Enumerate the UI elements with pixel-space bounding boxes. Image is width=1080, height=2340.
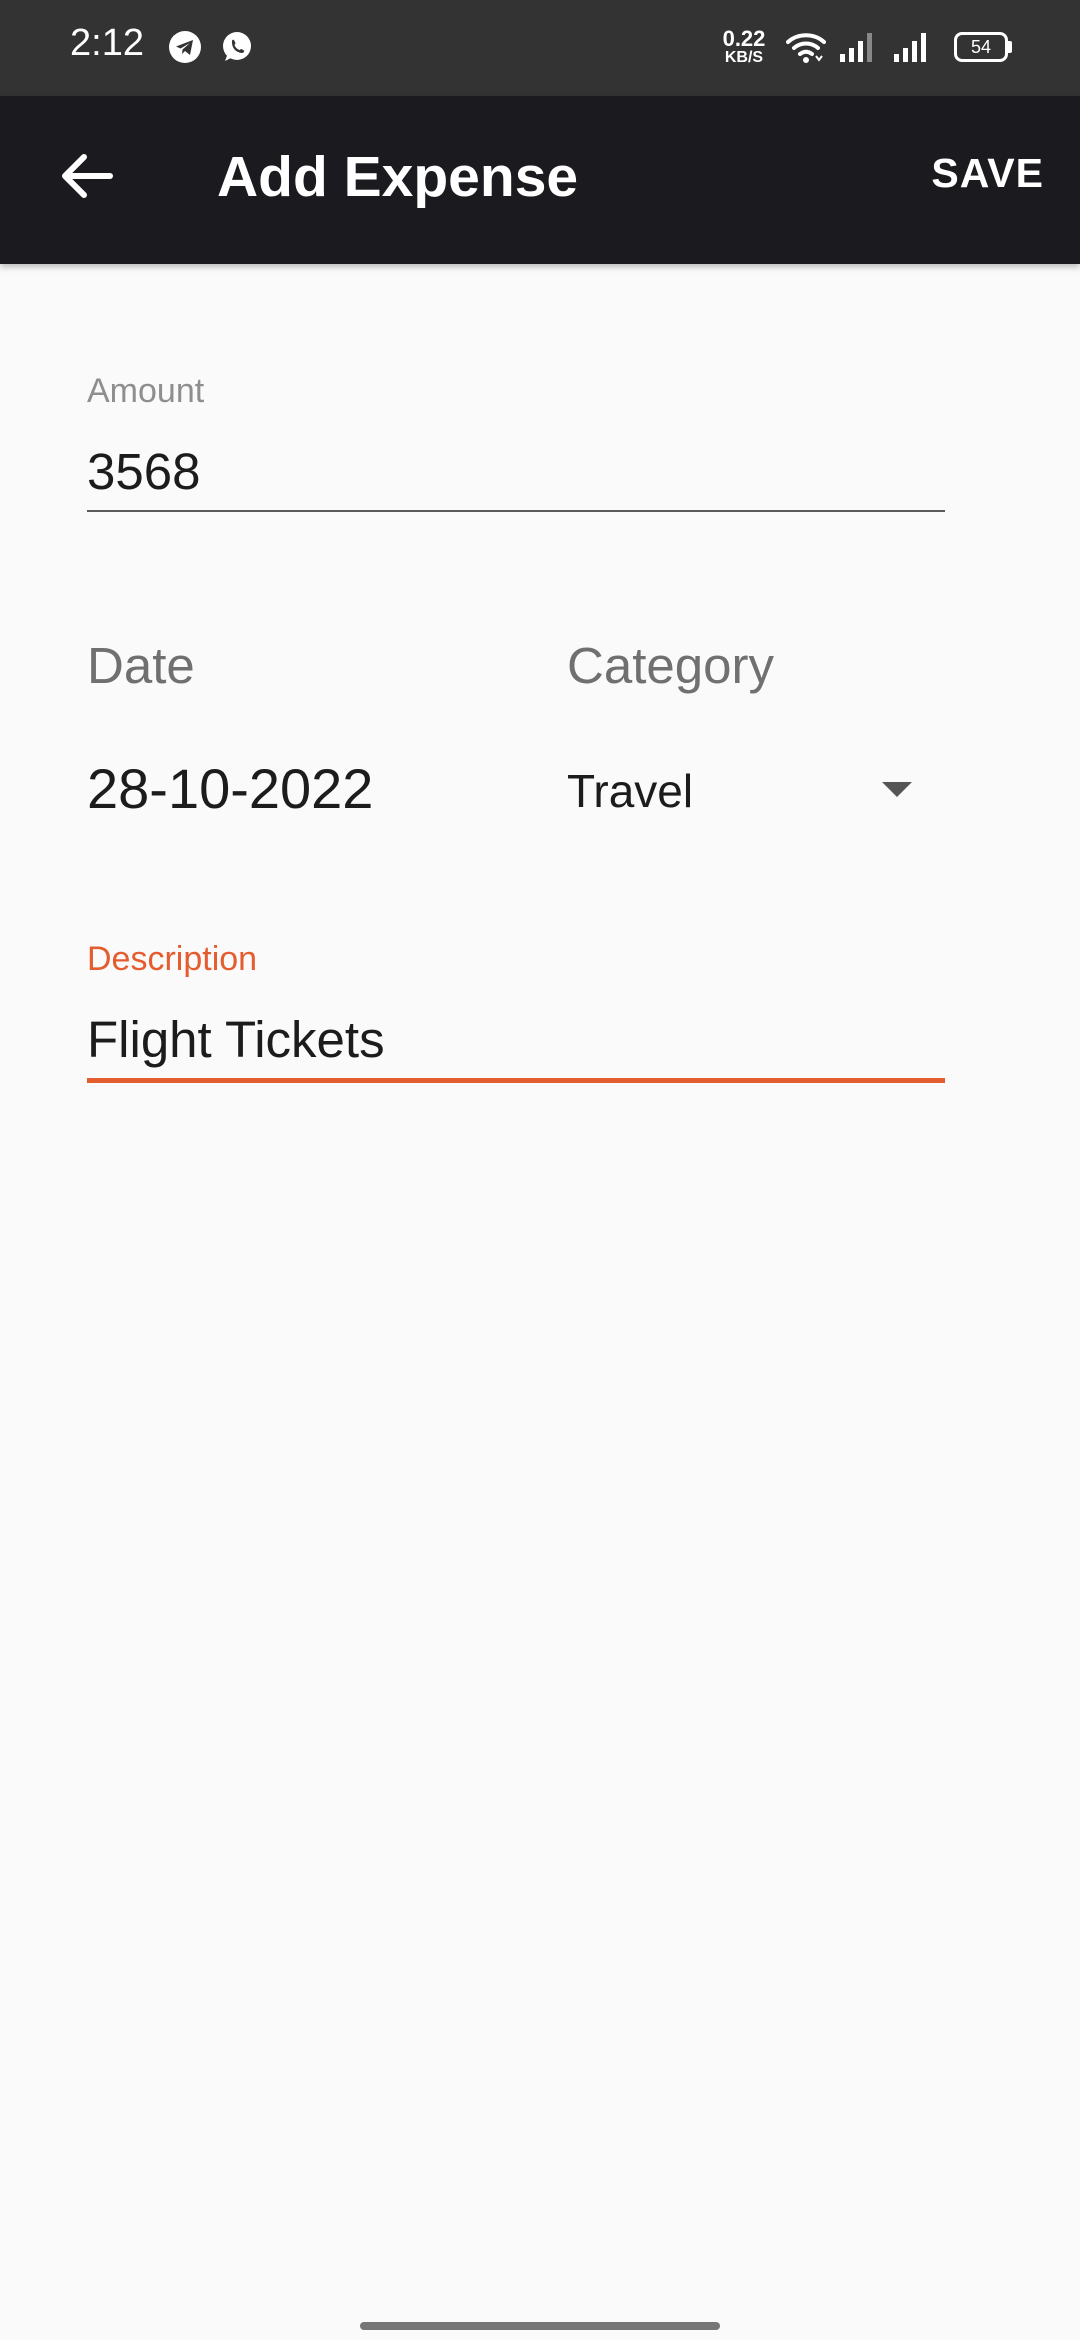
- whatsapp-icon: [220, 30, 254, 69]
- wifi-icon: [786, 30, 826, 71]
- status-time: 2:12: [70, 22, 144, 64]
- navigation-handle[interactable]: [360, 2322, 720, 2330]
- back-button[interactable]: [38, 130, 134, 226]
- battery-tip: [1008, 41, 1012, 53]
- date-label: Date: [87, 637, 195, 694]
- network-speed: 0.22 KB/S: [722, 26, 766, 66]
- arrow-left-icon: [58, 151, 114, 206]
- status-bar: 2:12 0.22 KB/S 54: [0, 0, 1080, 96]
- save-button[interactable]: SAVE: [931, 150, 1044, 197]
- page-title: Add Expense: [217, 145, 579, 209]
- description-label: Description: [87, 940, 258, 978]
- description-underline: [87, 1078, 945, 1083]
- date-picker[interactable]: 28-10-2022: [87, 756, 373, 821]
- signal-icon: [838, 30, 878, 69]
- category-selected-value: Travel: [567, 765, 694, 817]
- signal-icon: [892, 30, 932, 69]
- amount-label: Amount: [87, 372, 205, 410]
- app-bar: Add Expense SAVE: [0, 96, 1080, 264]
- description-input[interactable]: Flight Tickets: [87, 1010, 385, 1069]
- add-expense-screen: 2:12 0.22 KB/S 54 Add Expense SAVE Amoun…: [0, 0, 1080, 2340]
- telegram-icon: [168, 30, 202, 69]
- category-label: Category: [567, 637, 774, 694]
- amount-input[interactable]: 3568: [87, 442, 200, 501]
- amount-underline: [87, 510, 945, 512]
- battery-icon: 54: [954, 32, 1008, 62]
- dropdown-arrow-icon: [882, 782, 912, 797]
